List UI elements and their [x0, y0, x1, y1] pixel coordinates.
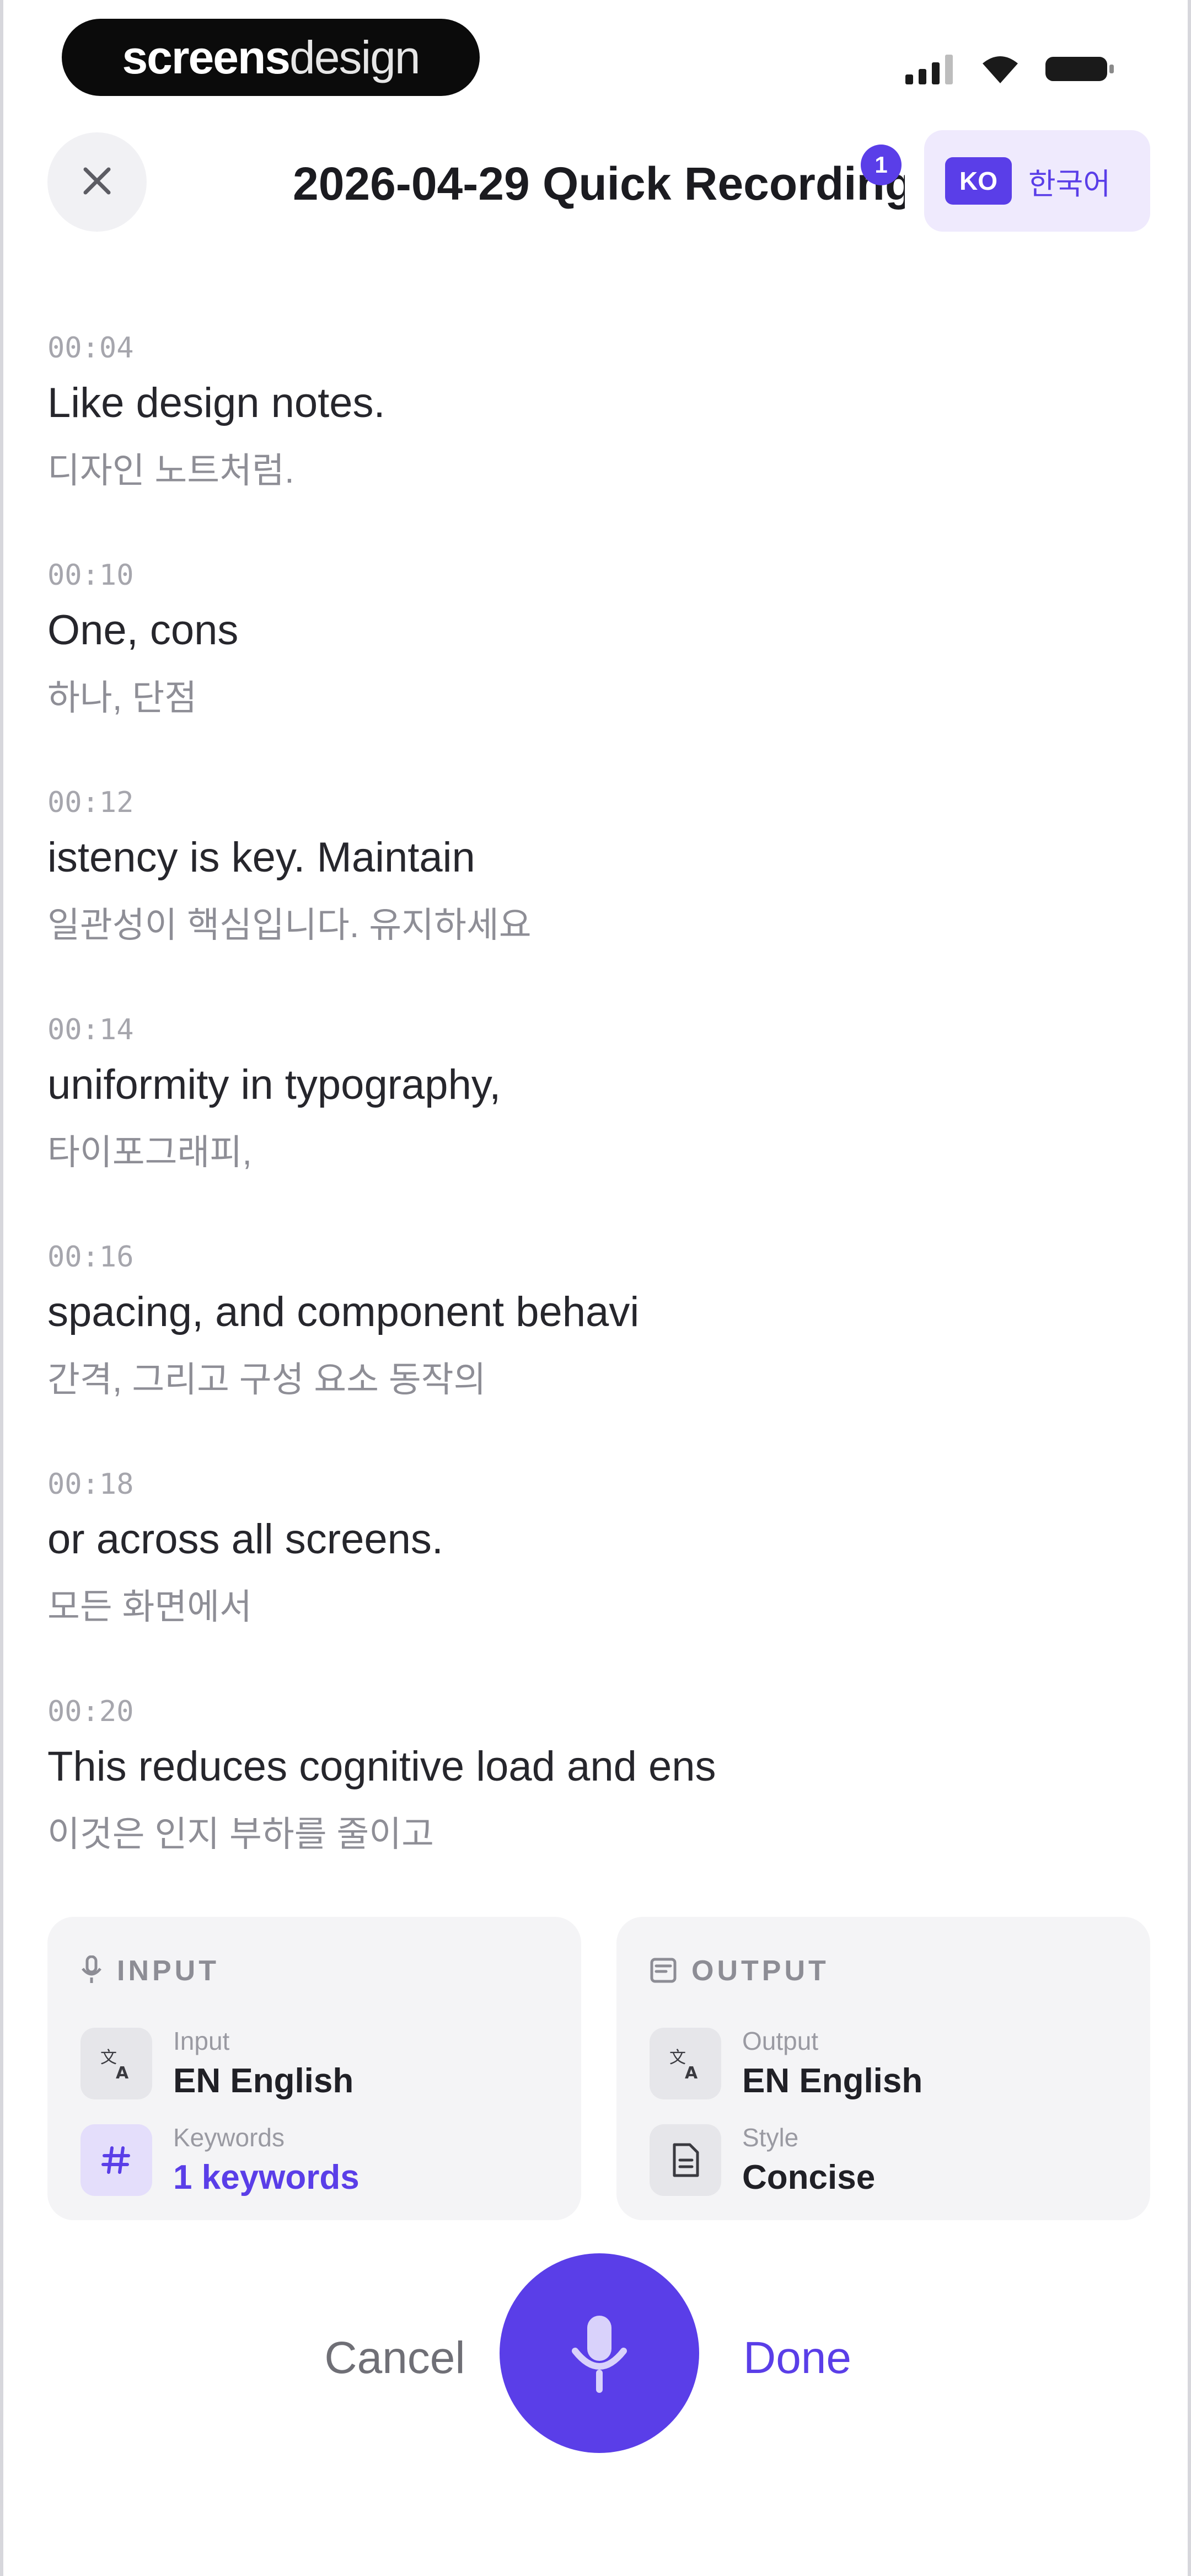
- translated-text: 하나, 단점: [47, 678, 197, 718]
- keywords-label: Keywords: [173, 2123, 285, 2152]
- input-language-label: Input: [173, 2027, 230, 2055]
- record-button[interactable]: [500, 2253, 699, 2453]
- transcript-entry: 00:18 or across all screens. 모든 화면에서: [47, 1462, 1150, 1689]
- brand-bold: screens: [122, 31, 291, 83]
- output-language-text: Output EN English: [742, 2026, 922, 2101]
- status-icons: [905, 51, 1116, 89]
- translated-text: 디자인 노트처럼.: [47, 451, 294, 490]
- transcript-entry: 00:10 One, cons 하나, 단점: [47, 553, 1150, 780]
- transcript-list: 00:04 Like design notes. 디자인 노트처럼. 00:10…: [47, 325, 1150, 1916]
- keywords-value: 1 keywords: [173, 2158, 360, 2196]
- translated-text: 모든 화면에서: [47, 1587, 253, 1627]
- translate-icon: 文 A: [650, 2027, 721, 2099]
- brand-light: design: [289, 31, 421, 83]
- original-text: uniformity in typography,: [47, 1061, 501, 1108]
- original-text: or across all screens.: [47, 1516, 444, 1563]
- style-text: Style Concise: [742, 2123, 875, 2197]
- language-toggle[interactable]: KO 한국어: [924, 130, 1150, 232]
- svg-text:A: A: [685, 2064, 698, 2082]
- microphone-icon: [81, 1955, 103, 1987]
- output-icon: [650, 1956, 677, 1986]
- output-card-header: OUTPUT: [650, 1949, 1150, 1993]
- input-card-heading: INPUT: [117, 1955, 219, 1987]
- style-label: Style: [742, 2123, 799, 2152]
- original-text: One, cons: [47, 607, 239, 654]
- output-settings-card[interactable]: OUTPUT 文 A Output EN English Style Conci…: [616, 1917, 1150, 2220]
- battery-icon: [1044, 54, 1116, 87]
- translated-text: 간격, 그리고 구성 요소 동작의: [47, 1360, 486, 1399]
- hash-icon: [81, 2124, 152, 2196]
- output-card-heading: OUTPUT: [691, 1955, 829, 1987]
- input-settings-card[interactable]: INPUT 文 A Input EN English Keywords 1 ke…: [47, 1917, 581, 2220]
- transcript-entry: 00:12 istency is key. Maintain 일관성이 핵심입니…: [47, 780, 1150, 1007]
- timestamp: 00:10: [47, 559, 134, 592]
- transcript-entry: 00:04 Like design notes. 디자인 노트처럼.: [47, 325, 1150, 553]
- close-button[interactable]: [47, 132, 147, 232]
- input-language-row[interactable]: 文 A Input EN English: [81, 2026, 581, 2101]
- transcript-entry: 00:20 This reduces cognitive load and en…: [47, 1689, 1150, 1916]
- timestamp: 00:12: [47, 786, 134, 819]
- original-text: spacing, and component behavi: [47, 1289, 640, 1335]
- signal-icon: [905, 54, 956, 87]
- timestamp: 00:14: [47, 1013, 134, 1046]
- translated-text: 이것은 인지 부하를 줄이고: [47, 1814, 434, 1854]
- svg-text:文: 文: [669, 2048, 686, 2067]
- timestamp: 00:04: [47, 332, 134, 365]
- timestamp: 00:20: [47, 1695, 134, 1728]
- output-language-value: EN English: [742, 2062, 923, 2100]
- language-code: KO: [945, 157, 1012, 205]
- timestamp: 00:16: [47, 1241, 134, 1274]
- language-name: 한국어: [1028, 167, 1111, 201]
- recording-screen: screens design 2026-04-29 Quick Recordin…: [0, 0, 1191, 2576]
- input-card-header: INPUT: [81, 1949, 581, 1993]
- close-icon: [78, 162, 116, 203]
- style-row[interactable]: Style Concise: [650, 2123, 1150, 2197]
- input-language-value: EN English: [173, 2062, 354, 2100]
- translated-text: 타이포그래피,: [47, 1132, 253, 1172]
- keywords-text: Keywords 1 keywords: [173, 2123, 360, 2197]
- document-icon: [650, 2124, 721, 2196]
- transcript-entry: 00:16 spacing, and component behavi 간격, …: [47, 1234, 1150, 1462]
- original-text: Like design notes.: [47, 380, 385, 426]
- translate-icon: 文 A: [81, 2027, 152, 2099]
- cancel-button[interactable]: Cancel: [312, 2322, 478, 2394]
- timestamp: 00:18: [47, 1468, 134, 1501]
- svg-text:A: A: [116, 2064, 129, 2082]
- output-language-row[interactable]: 文 A Output EN English: [650, 2026, 1150, 2101]
- microphone-icon: [566, 2311, 632, 2396]
- translated-text: 일관성이 핵심입니다. 유지하세요: [47, 905, 532, 945]
- done-button[interactable]: Done: [720, 2322, 875, 2394]
- original-text: istency is key. Maintain: [47, 834, 475, 881]
- wifi-icon: [980, 54, 1020, 87]
- svg-text:文: 文: [100, 2048, 117, 2067]
- transcript-entry: 00:14 uniformity in typography, 타이포그래피,: [47, 1007, 1150, 1234]
- notification-badge: 1: [861, 145, 902, 185]
- brand-watermark: screens design: [62, 19, 480, 96]
- input-language-text: Input EN English: [173, 2026, 353, 2101]
- keywords-row[interactable]: Keywords 1 keywords: [81, 2123, 581, 2197]
- original-text: This reduces cognitive load and ens: [47, 1743, 716, 1790]
- style-value: Concise: [742, 2158, 876, 2196]
- page-title: 2026-04-29 Quick Recording: [293, 158, 905, 210]
- output-language-label: Output: [742, 2027, 819, 2055]
